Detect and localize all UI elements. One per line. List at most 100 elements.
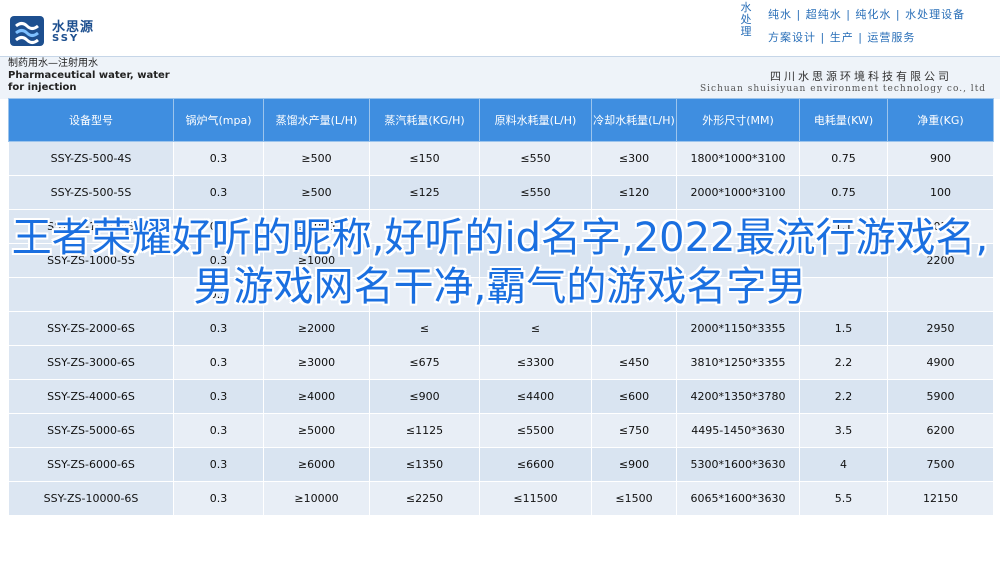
table-cell: ≤11500 — [479, 481, 592, 516]
table-cell: 2.2 — [799, 345, 888, 380]
column-header: 设备型号 — [8, 98, 174, 142]
table-cell: 100 — [887, 175, 994, 210]
table-cell: 5.5 — [799, 481, 888, 516]
table-cell: ≥6000 — [263, 447, 370, 482]
overlay-headline[interactable]: 王者荣耀好听的昵称,好听的id名字,2022最流行游戏名,男游戏网名干净,霸气的… — [0, 214, 1000, 312]
table-row: SSY-ZS-10000-6S 0.3 ≥10000 ≤2250 ≤11500 ≤1500… — [8, 481, 994, 516]
table-cell: 4900 — [887, 345, 994, 380]
table-cell: ≤6600 — [479, 447, 592, 482]
table-cell: 2950 — [887, 311, 994, 346]
table-cell: 6200 — [887, 413, 994, 448]
table-cell: 900 — [887, 141, 994, 176]
table-cell: ≤ — [369, 311, 480, 346]
table-row: SSY-ZS-6000-6S 0.3 ≥6000 ≤1350 ≤6600 ≤900 5300… — [8, 447, 994, 482]
vertical-brand-label: 水处理 — [740, 1, 752, 38]
table-cell: 5300*1600*3630 — [676, 447, 800, 482]
column-header: 原料水耗量(L/H) — [479, 98, 592, 142]
logo-name-en: SSY — [52, 33, 80, 44]
table-cell: 1.5 — [799, 311, 888, 346]
product-title-cn: 制药用水—注射用水 — [8, 58, 98, 69]
table-cell: 3.5 — [799, 413, 888, 448]
model-cell: SSY-ZS-2000-6S — [8, 311, 174, 346]
table-cell: 1800*1000*3100 — [676, 141, 800, 176]
table-cell: 0.3 — [173, 447, 264, 482]
product-title: 制药用水—注射用水 Pharmaceutical water, water fo… — [8, 58, 170, 94]
table-cell: ≥2000 — [263, 311, 370, 346]
top-bar: 水思源 SSY 水处理 纯水 | 超纯水 | 纯化水 | 水处理设备 方案设计 … — [0, 0, 1000, 56]
water-drop-logo-icon — [10, 16, 44, 46]
table-cell: 0.3 — [173, 175, 264, 210]
table-cell: ≥5000 — [263, 413, 370, 448]
column-header: 净重(KG) — [887, 98, 994, 142]
company-logo[interactable]: 水思源 SSY — [10, 14, 120, 48]
table-row: SSY-ZS-3000-6S 0.3 ≥3000 ≤675 ≤3300 ≤450 3810*… — [8, 345, 994, 380]
table-cell: ≤150 — [369, 141, 480, 176]
table-cell: 4495-1450*3630 — [676, 413, 800, 448]
table-cell: ≥500 — [263, 141, 370, 176]
table-body: SSY-ZS-500-4S 0.3 ≥500 ≤150 ≤550 ≤300 1800*100… — [8, 141, 994, 516]
table-cell: ≥10000 — [263, 481, 370, 516]
table-row: SSY-ZS-2000-6S 0.3 ≥2000 ≤ ≤2000*1150*3355 1.… — [8, 311, 994, 346]
column-header: 蒸汽耗量(KG/H) — [369, 98, 480, 142]
table-cell: 4200*1350*3780 — [676, 379, 800, 414]
table-cell: 2000*1150*3355 — [676, 311, 800, 346]
table-cell: ≤300 — [591, 141, 677, 176]
table-cell: 0.3 — [173, 379, 264, 414]
column-header: 蒸馏水产量(L/H) — [263, 98, 370, 142]
table-cell: ≥4000 — [263, 379, 370, 414]
company-name-en: Sichuan shuisiyuan environment technolog… — [700, 84, 987, 94]
product-title-en: Pharmaceutical water, water for injectio… — [8, 70, 170, 93]
model-cell: SSY-ZS-500-4S — [8, 141, 174, 176]
table-cell: ≤120 — [591, 175, 677, 210]
table-cell: ≤1125 — [369, 413, 480, 448]
model-cell: SSY-ZS-6000-6S — [8, 447, 174, 482]
table-cell: ≤550 — [479, 175, 592, 210]
table-cell: ≤1350 — [369, 447, 480, 482]
table-cell: ≤3300 — [479, 345, 592, 380]
table-cell: ≤750 — [591, 413, 677, 448]
company-name-cn: 四川水思源环境科技有限公司 — [770, 70, 952, 83]
table-row: SSY-ZS-5000-6S 0.3 ≥5000 ≤1125 ≤5500 ≤750 4495… — [8, 413, 994, 448]
table-cell: 0.3 — [173, 345, 264, 380]
table-cell: ≤125 — [369, 175, 480, 210]
slogan-line-1: 纯水 | 超纯水 | 纯化水 | 水处理设备 — [768, 8, 966, 21]
table-cell: ≤600 — [591, 379, 677, 414]
column-header: 电耗量(KW) — [799, 98, 888, 142]
table-row: SSY-ZS-4000-6S 0.3 ≥4000 ≤900 ≤4400 ≤600 4200*… — [8, 379, 994, 414]
table-cell: 7500 — [887, 447, 994, 482]
model-cell: SSY-ZS-4000-6S — [8, 379, 174, 414]
slogan-line-2: 方案设计 | 生产 | 运营服务 — [768, 31, 916, 44]
table-cell: 0.3 — [173, 141, 264, 176]
table-cell: ≤900 — [591, 447, 677, 482]
table-cell: ≤5500 — [479, 413, 592, 448]
table-cell: 12150 — [887, 481, 994, 516]
table-cell: 4 — [799, 447, 888, 482]
table-cell: ≤1500 — [591, 481, 677, 516]
model-cell: SSY-ZS-500-5S — [8, 175, 174, 210]
table-cell: 0.3 — [173, 413, 264, 448]
table-cell: 0.75 — [799, 175, 888, 210]
table-cell: 2.2 — [799, 379, 888, 414]
table-cell — [591, 311, 677, 346]
table-cell: ≥3000 — [263, 345, 370, 380]
column-header: 外形尺寸(MM) — [676, 98, 800, 142]
table-cell: 5900 — [887, 379, 994, 414]
table-row: SSY-ZS-500-4S 0.3 ≥500 ≤150 ≤550 ≤300 1800*100… — [8, 141, 994, 176]
table-cell: 0.75 — [799, 141, 888, 176]
column-header: 锅炉气(mpa) — [173, 98, 264, 142]
table-cell: ≤ — [479, 311, 592, 346]
model-cell: SSY-ZS-5000-6S — [8, 413, 174, 448]
table-cell: ≤4400 — [479, 379, 592, 414]
table-cell: ≤550 — [479, 141, 592, 176]
table-row: SSY-ZS-500-5S 0.3 ≥500 ≤125 ≤550 ≤120 2000*100… — [8, 175, 994, 210]
table-cell: 2000*1000*3100 — [676, 175, 800, 210]
model-cell: SSY-ZS-10000-6S — [8, 481, 174, 516]
table-cell: ≤2250 — [369, 481, 480, 516]
table-cell: 3810*1250*3355 — [676, 345, 800, 380]
table-cell: ≤900 — [369, 379, 480, 414]
table-cell: ≤675 — [369, 345, 480, 380]
table-cell: 6065*1600*3630 — [676, 481, 800, 516]
table-cell: 0.3 — [173, 311, 264, 346]
table-cell: 0.3 — [173, 481, 264, 516]
column-header: 冷却水耗量(L/H) — [591, 98, 677, 142]
